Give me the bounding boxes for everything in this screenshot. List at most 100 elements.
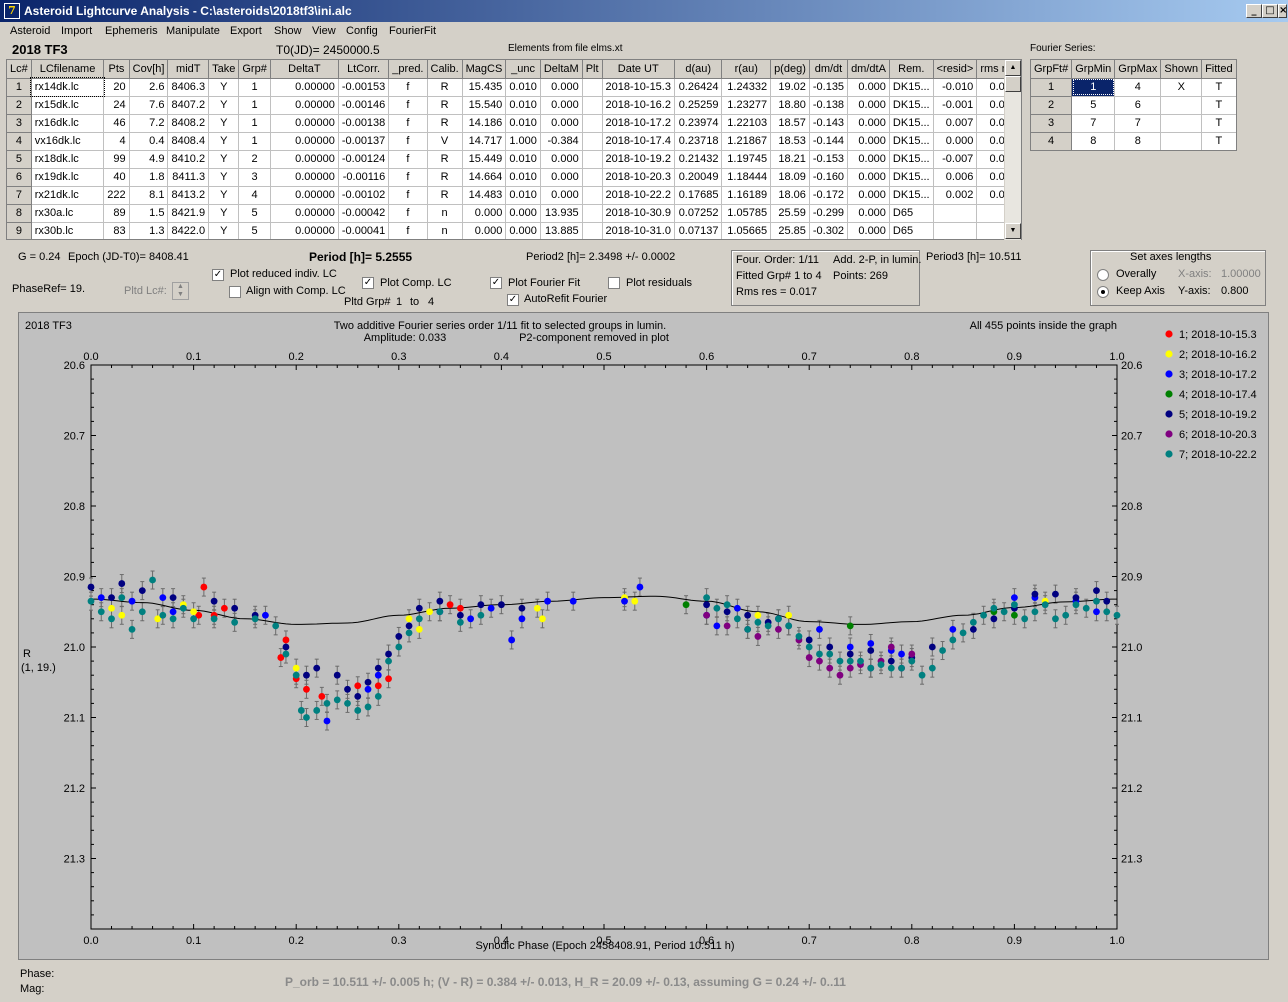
lc-cell[interactable]: -0.00146 [338, 96, 390, 115]
lc-row-header[interactable]: 9 [7, 222, 32, 239]
plot-comp-checkbox[interactable]: ✓ [362, 277, 374, 289]
lc-column-header[interactable]: _pred. [388, 60, 428, 79]
lc-cell[interactable]: 18.09 [770, 168, 810, 187]
lc-cell[interactable]: 0.4 [129, 132, 169, 151]
lc-cell[interactable]: rx30b.lc [31, 222, 105, 239]
lc-row-header[interactable]: 5 [7, 150, 32, 169]
lc-cell[interactable]: 13.885 [540, 222, 583, 239]
plot-residuals-checkbox[interactable] [608, 277, 620, 289]
lc-cell[interactable]: 0.00000 [270, 78, 339, 97]
lc-cell[interactable]: vx16dk.lc [31, 132, 105, 151]
fourier-cell[interactable]: T [1201, 114, 1236, 133]
lc-column-header[interactable]: Date UT [602, 60, 675, 79]
lc-table-row[interactable]: 8 rx30a.lc 89 1.5 8421.9 Y 5 0.00000 -0.00042 f n 0… [7, 204, 1021, 223]
lc-cell[interactable]: rx21dk.lc [31, 186, 105, 205]
lc-cell[interactable]: 1.05785 [721, 204, 772, 223]
lc-cell[interactable]: 0.000 [847, 222, 890, 239]
lc-cell[interactable]: f [388, 222, 428, 239]
menu-config[interactable]: Config [346, 25, 378, 37]
lc-cell[interactable]: 18.53 [770, 132, 810, 151]
lc-cell[interactable]: 0.000 [540, 78, 583, 97]
lc-cell[interactable]: f [388, 150, 428, 169]
lc-cell[interactable]: 0.000 [462, 222, 507, 239]
close-button[interactable]: × [1278, 4, 1287, 18]
lc-cell[interactable]: 15.449 [462, 150, 507, 169]
scroll-up-icon[interactable]: ▲ [1005, 60, 1021, 76]
lc-cell[interactable]: 0.010 [505, 186, 541, 205]
lc-cell[interactable]: 8408.2 [167, 114, 210, 133]
menu-import[interactable]: Import [61, 25, 92, 37]
lc-cell[interactable]: 8406.3 [167, 78, 210, 97]
lc-column-header[interactable]: DeltaT [270, 60, 339, 79]
lc-cell[interactable] [582, 186, 603, 205]
lc-cell[interactable]: -0.00138 [338, 114, 390, 133]
lc-cell[interactable]: -0.160 [809, 168, 849, 187]
lc-cell[interactable]: 0.07252 [674, 204, 723, 223]
lc-cell[interactable]: 2.6 [129, 78, 169, 97]
fourier-cell[interactable]: 5 [1071, 96, 1116, 115]
fourier-cell[interactable]: 7 [1114, 114, 1162, 133]
lc-row-header[interactable]: 1 [7, 78, 32, 97]
lc-cell[interactable]: 15.435 [462, 78, 507, 97]
fourier-cell[interactable]: 1 [1071, 78, 1116, 97]
lc-cell[interactable]: DK15... [889, 78, 934, 97]
menu-show[interactable]: Show [274, 25, 302, 37]
lc-cell[interactable]: Y [208, 168, 240, 187]
lc-column-header[interactable]: _unc [505, 60, 541, 79]
lc-cell[interactable]: 8422.0 [167, 222, 210, 239]
lc-cell[interactable]: -0.00041 [338, 222, 390, 239]
lc-cell[interactable]: Y [208, 204, 240, 223]
lc-cell[interactable]: -0.135 [809, 78, 849, 97]
lc-cell[interactable]: 0.010 [505, 168, 541, 187]
lc-cell[interactable]: 25.85 [770, 222, 810, 239]
pltd-lc-spinner[interactable]: ▲ ▼ [172, 282, 189, 300]
lc-cell[interactable]: 18.57 [770, 114, 810, 133]
lc-cell[interactable]: 2018-10-20.3 [602, 168, 675, 187]
lc-cell[interactable]: 2018-10-17.2 [602, 114, 675, 133]
lc-cell[interactable]: 13.935 [540, 204, 583, 223]
lc-cell[interactable]: 0.000 [847, 114, 890, 133]
fourier-cell[interactable]: X [1160, 78, 1203, 97]
lc-cell[interactable]: 2018-10-31.0 [602, 222, 675, 239]
lc-cell[interactable]: 0.25259 [674, 96, 723, 115]
lc-cell[interactable]: D65 [889, 204, 934, 223]
lc-cell[interactable]: 1.16189 [721, 186, 772, 205]
lc-cell[interactable]: 25.59 [770, 204, 810, 223]
lc-cell[interactable]: 0.000 [847, 150, 890, 169]
lc-cell[interactable]: -0.299 [809, 204, 849, 223]
lc-cell[interactable]: 0.00000 [270, 150, 339, 169]
fourier-row-header[interactable]: 4 [1031, 132, 1073, 150]
lc-column-header[interactable]: Pts [103, 60, 130, 79]
lc-cell[interactable]: 20 [103, 78, 130, 97]
lc-column-header[interactable]: Calib. [427, 60, 463, 79]
lc-row-header[interactable]: 2 [7, 96, 32, 115]
fourier-table-row[interactable]: 377T [1031, 114, 1236, 133]
lc-cell[interactable]: 0.17685 [674, 186, 723, 205]
lc-column-header[interactable]: LCfilename [31, 60, 105, 79]
lc-cell[interactable]: Y [208, 114, 240, 133]
lc-cell[interactable]: 0.23718 [674, 132, 723, 151]
lc-cell[interactable]: -0.144 [809, 132, 849, 151]
lc-cell[interactable]: f [388, 78, 428, 97]
fourier-cell[interactable] [1160, 96, 1203, 115]
lc-cell[interactable]: -0.00042 [338, 204, 390, 223]
lc-cell[interactable]: 89 [103, 204, 130, 223]
fourier-cell[interactable] [1160, 132, 1203, 150]
lc-cell[interactable]: DK15... [889, 96, 934, 115]
lc-cell[interactable]: 14.664 [462, 168, 507, 187]
lc-column-header[interactable]: r(au) [721, 60, 772, 79]
scroll-thumb[interactable] [1005, 76, 1021, 92]
plot-reduced-checkbox[interactable]: ✓ [212, 269, 224, 281]
lc-cell[interactable]: 46 [103, 114, 130, 133]
plot-fourier-checkbox[interactable]: ✓ [490, 277, 502, 289]
lc-cell[interactable]: 24 [103, 96, 130, 115]
lc-cell[interactable]: DK15... [889, 114, 934, 133]
lc-column-header[interactable]: Lc# [7, 60, 32, 79]
lc-column-header[interactable]: Cov[h] [129, 60, 169, 79]
lc-cell[interactable]: n [427, 204, 463, 223]
lc-cell[interactable]: 0.000 [540, 114, 583, 133]
lc-cell[interactable]: 0.000 [847, 132, 890, 151]
lc-cell[interactable] [582, 78, 603, 97]
lc-cell[interactable] [582, 222, 603, 239]
lc-table-row[interactable]: 7 rx21dk.lc 222 8.1 8413.2 Y 4 0.00000 -0.00102 f… [7, 186, 1021, 205]
